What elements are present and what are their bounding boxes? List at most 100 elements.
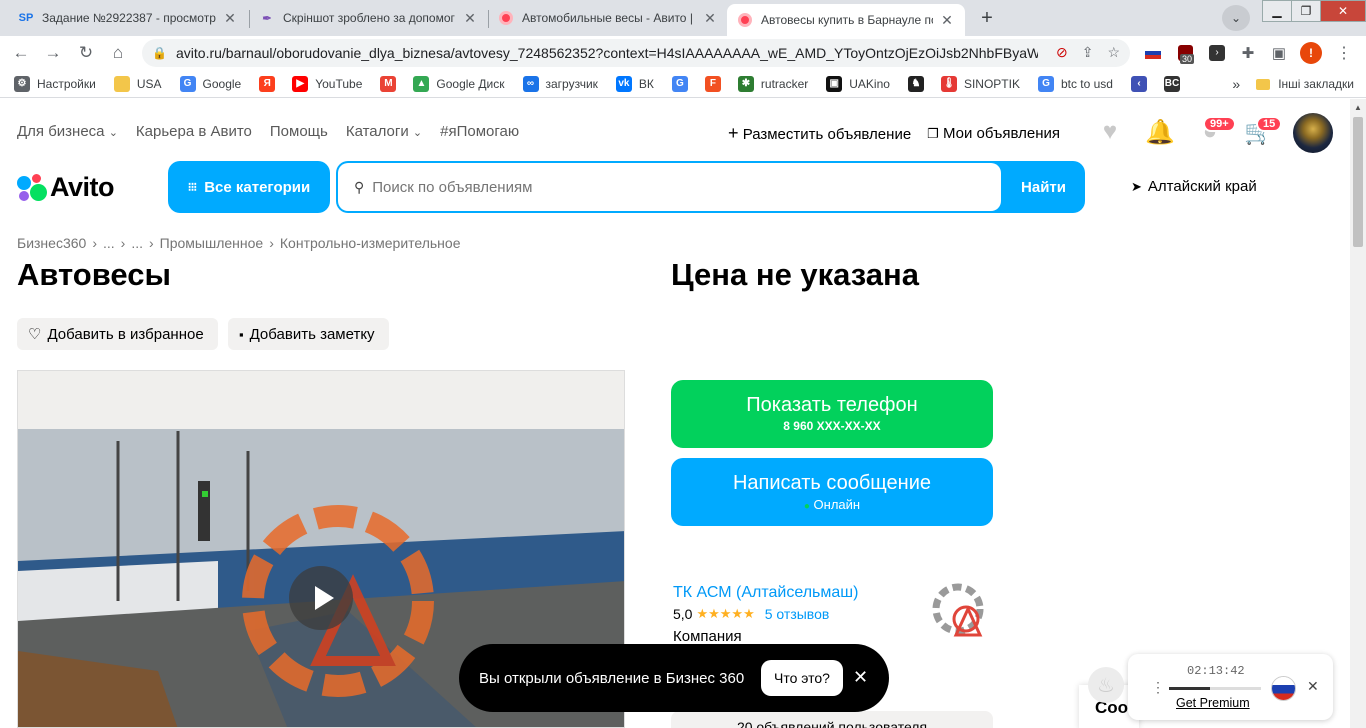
- bookmark-item[interactable]: G Google: [179, 75, 241, 92]
- bookmark-item[interactable]: ∞ загрузчик: [522, 75, 598, 92]
- lock-icon[interactable]: 🔒: [152, 46, 168, 60]
- bookmark-item[interactable]: ▣ UAKino: [826, 75, 890, 92]
- seller-logo[interactable]: [930, 579, 990, 641]
- kebab-menu-icon[interactable]: ⋮: [1334, 43, 1354, 63]
- browser-tab[interactable]: SP Задание №2922387 - просмотр ✕: [8, 0, 248, 36]
- write-message-button[interactable]: Написать сообщение ● Онлайн: [671, 458, 993, 526]
- russia-flag-icon[interactable]: [1271, 676, 1296, 701]
- breadcrumb-item[interactable]: ...: [131, 235, 143, 251]
- page-title: Автовесы: [17, 257, 171, 292]
- search-input[interactable]: ⚲ Поиск по объявлениям: [338, 163, 1001, 211]
- bookmarks-overflow-icon[interactable]: »: [1232, 76, 1240, 92]
- search-bar: ⚲ Поиск по объявлениям Найти: [336, 161, 1085, 213]
- address-bar[interactable]: 🔒 avito.ru/barnaul/oborudovanie_dlya_biz…: [142, 39, 1130, 67]
- bookmark-item[interactable]: vk ВК: [615, 75, 654, 92]
- get-premium-link[interactable]: Get Premium: [1176, 696, 1250, 710]
- home-icon[interactable]: ⌂: [105, 40, 131, 66]
- bookmark-item[interactable]: Gbtc to usd: [1037, 75, 1113, 92]
- all-categories-button[interactable]: ⁝⁝⁝ Все категории: [168, 161, 330, 213]
- restore-button[interactable]: ❐: [1291, 0, 1321, 22]
- user-avatar[interactable]: [1293, 113, 1333, 153]
- bookmark-item[interactable]: ♞: [907, 75, 931, 92]
- breadcrumb-item[interactable]: Контрольно-измерительное: [280, 235, 461, 251]
- bookmark-item[interactable]: ‹: [1130, 75, 1154, 92]
- bookmark-item[interactable]: ⚙ Настройки: [14, 75, 96, 92]
- arrow-icon: ‹: [1130, 75, 1147, 92]
- bookmark-item[interactable]: ▲ Google Диск: [413, 75, 505, 92]
- toast-close-icon[interactable]: ✕: [853, 668, 868, 686]
- chess-icon: ♞: [907, 75, 924, 92]
- bookmark-item[interactable]: BC: [1163, 75, 1187, 92]
- other-bookmarks[interactable]: Інші закладки: [1278, 77, 1354, 91]
- nav-for-business[interactable]: Для бизнеса ⌄: [17, 123, 118, 140]
- bookmark-star-icon[interactable]: ☆: [1107, 44, 1120, 61]
- search-icon: ⚲: [354, 178, 365, 195]
- reviews-link[interactable]: 5 отзывов: [765, 606, 830, 622]
- profile-avatar[interactable]: !: [1300, 42, 1322, 64]
- bookmark-label: rutracker: [760, 76, 809, 91]
- bookmark-item[interactable]: M: [380, 75, 403, 92]
- nav-i-help[interactable]: #яПомогаю: [440, 123, 519, 140]
- rating-value: 5,0: [673, 606, 693, 622]
- share-icon[interactable]: ⇪: [1082, 44, 1094, 61]
- more-ads-button[interactable]: 20 объявлений пользователя: [671, 711, 993, 728]
- browser-tab-active[interactable]: Автовесы купить в Барнауле по ✕: [727, 4, 965, 36]
- messages-badge: 99+: [1203, 116, 1236, 132]
- browser-tab[interactable]: Автомобильные весы - Авито | ✕: [488, 0, 728, 36]
- nav-career[interactable]: Карьера в Авито: [136, 123, 252, 140]
- new-tab-button[interactable]: +: [973, 6, 1001, 30]
- bookmark-item[interactable]: ✱ rutracker: [737, 75, 809, 92]
- close-tab-icon[interactable]: ✕: [222, 10, 238, 26]
- favorites-heart-icon[interactable]: ♥: [1095, 117, 1125, 147]
- scroll-thumb[interactable]: [1353, 117, 1363, 247]
- search-button[interactable]: Найти: [1002, 161, 1085, 213]
- notifications-bell-icon[interactable]: 🔔: [1145, 117, 1175, 147]
- bookmark-item[interactable]: F: [704, 75, 728, 92]
- blocked-popup-icon[interactable]: ⊘: [1056, 44, 1068, 61]
- sidepanel-icon[interactable]: ▣: [1269, 43, 1289, 63]
- bookmark-item[interactable]: USA: [113, 75, 162, 92]
- breadcrumb-item[interactable]: ...: [103, 235, 115, 251]
- browser-toolbar: ← → ↻ ⌂ 🔒 avito.ru/barnaul/oborudovanie_…: [0, 36, 1366, 70]
- close-tab-icon[interactable]: ✕: [939, 12, 955, 28]
- grid-icon: ⁝⁝⁝: [187, 180, 198, 194]
- note-icon: ▪: [239, 326, 244, 342]
- forward-icon[interactable]: →: [40, 40, 66, 66]
- show-phone-label: Показать телефон: [746, 394, 918, 416]
- vpn-menu-icon[interactable]: ⋮: [1151, 679, 1165, 696]
- bookmark-item[interactable]: Я: [259, 75, 282, 92]
- add-note-button[interactable]: ▪ Добавить заметку: [228, 318, 389, 350]
- minimize-button[interactable]: ▁: [1262, 0, 1292, 22]
- window-close-button[interactable]: ✕: [1320, 0, 1366, 22]
- rating-stars-icon: ★★★★★: [696, 606, 755, 621]
- reload-icon[interactable]: ↻: [73, 40, 99, 66]
- breadcrumb-item[interactable]: Бизнес360: [17, 235, 86, 251]
- bookmark-item[interactable]: 🌡 SINOPTIK: [940, 75, 1020, 92]
- show-phone-button[interactable]: Показать телефон 8 960 XXX-XX-XX: [671, 380, 993, 448]
- folder-icon: [113, 75, 130, 92]
- scroll-up-icon[interactable]: ▲: [1354, 103, 1362, 112]
- nav-catalogs[interactable]: Каталоги ⌄: [346, 123, 422, 140]
- close-tab-icon[interactable]: ✕: [462, 10, 478, 26]
- sp-icon: SP: [18, 12, 34, 24]
- browser-tab[interactable]: ✒ Скріншот зроблено за допомог ✕: [249, 0, 488, 36]
- page-scrollbar[interactable]: ▲: [1350, 99, 1366, 728]
- bookmark-item[interactable]: ▶ YouTube: [292, 75, 362, 92]
- seller-name-link[interactable]: ТК АСМ (Алтайсельмаш): [673, 584, 858, 602]
- vpn-close-icon[interactable]: ✕: [1307, 678, 1319, 695]
- my-ads-link[interactable]: ❐ Мои объявления: [927, 125, 1060, 142]
- nav-help[interactable]: Помощь: [270, 123, 328, 140]
- terminal-icon[interactable]: ›: [1207, 43, 1227, 63]
- post-ad-link[interactable]: + Разместить объявление: [728, 123, 911, 144]
- avito-logo[interactable]: Avito: [17, 172, 115, 203]
- russia-flag-icon[interactable]: [1143, 43, 1163, 63]
- back-icon[interactable]: ←: [8, 40, 34, 66]
- region-selector[interactable]: ➤ Алтайский край: [1131, 178, 1257, 195]
- what-is-it-button[interactable]: Что это?: [761, 660, 843, 696]
- breadcrumb-item[interactable]: Промышленное: [160, 235, 264, 251]
- bookmark-item[interactable]: G: [671, 75, 695, 92]
- close-tab-icon[interactable]: ✕: [702, 10, 718, 26]
- tab-search-chevron-icon[interactable]: ⌄: [1222, 5, 1250, 31]
- puzzle-icon[interactable]: ✚: [1238, 43, 1258, 63]
- add-to-favorites-button[interactable]: ♡ Добавить в избранное: [17, 318, 218, 350]
